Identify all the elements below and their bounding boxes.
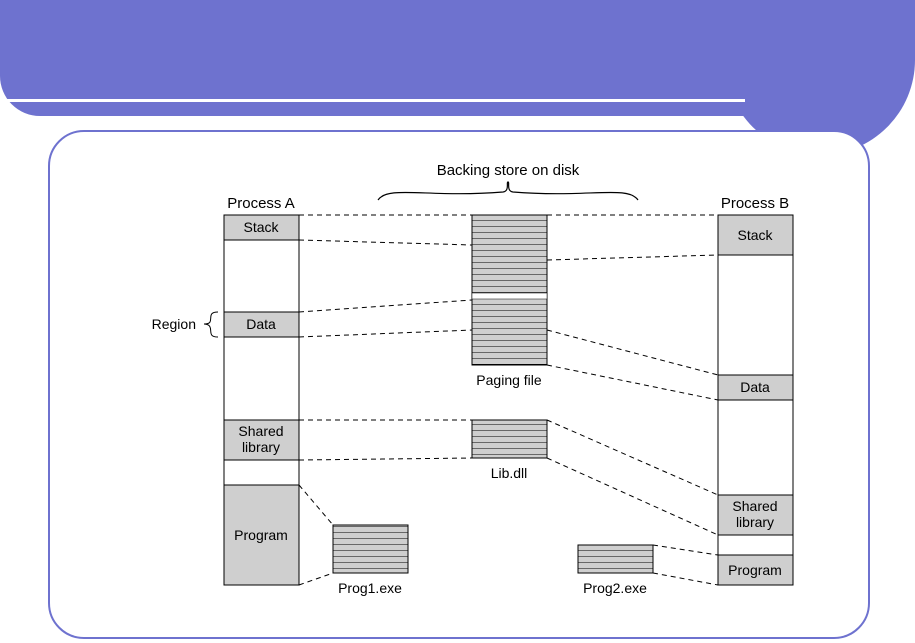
backing-store-label: Backing store on disk <box>437 162 580 179</box>
lib-dll-label: Lib.dll <box>491 465 528 481</box>
proc-b-data-label: Data <box>740 379 770 395</box>
process-a-title: Process A <box>227 195 295 212</box>
prog1-exe-label: Prog1.exe <box>338 580 402 596</box>
proc-b-shared-label1: Shared <box>732 498 777 514</box>
proc-a-shared-label1: Shared <box>238 423 283 439</box>
prog2-exe-label: Prog2.exe <box>583 580 647 596</box>
proc-a-program-label: Program <box>234 527 288 543</box>
prog1-exe <box>333 525 408 573</box>
proc-b-program-label: Program <box>728 562 782 578</box>
header-underline <box>0 99 745 102</box>
region-label: Region <box>152 316 196 332</box>
proc-a-data-label: Data <box>246 316 276 332</box>
proc-a-stack-label: Stack <box>243 219 279 235</box>
prog2-exe <box>578 545 653 573</box>
paging-file <box>472 215 547 365</box>
memory-mapping-diagram: Backing store on disk Process A Stack Da… <box>48 130 866 635</box>
process-b-title: Process B <box>721 195 789 212</box>
proc-b-stack-label: Stack <box>737 227 773 243</box>
proc-a-shared-label2: library <box>242 439 280 455</box>
proc-b-shared-label2: library <box>736 514 774 530</box>
brace-top <box>378 182 638 200</box>
region-brace <box>204 312 218 337</box>
paging-file-gap <box>472 293 547 299</box>
lib-dll <box>472 420 547 458</box>
paging-file-label: Paging file <box>476 372 542 388</box>
